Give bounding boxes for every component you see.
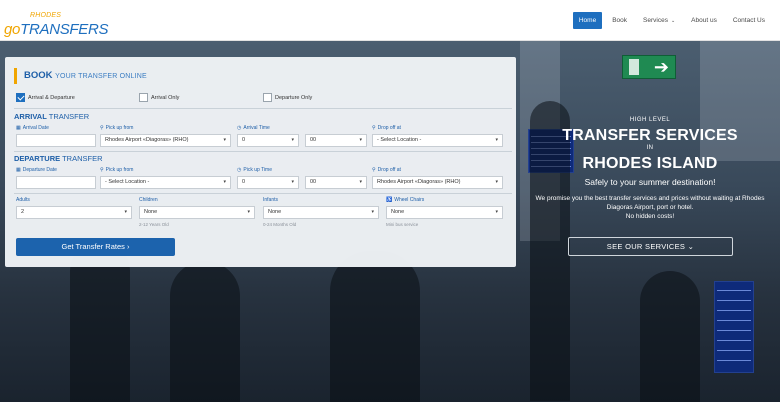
nav-home[interactable]: Home xyxy=(572,12,603,29)
site-header: RHODES goTRANSFERS Home Book Services ⌄ A… xyxy=(0,0,780,41)
logo-rhodes-text: RHODES xyxy=(30,12,62,19)
chevron-down-icon: ⌄ xyxy=(687,242,695,251)
hero-headline-2: RHODES ISLAND xyxy=(582,155,718,172)
departure-pickup-select[interactable]: - Select Location - ▾ xyxy=(100,176,231,189)
arrival-pickup-label: ⚲ Pick up from xyxy=(100,125,134,131)
departure-dropoff-label: ⚲ Drop off at xyxy=(372,167,401,173)
panel-title: BOOK YOUR TRANSFER ONLINE xyxy=(14,68,147,84)
nav-services[interactable]: Services ⌄ xyxy=(637,12,681,29)
arrival-pickup-select[interactable]: Rhodes Airport «Diagoras» (RHO) ▾ xyxy=(100,134,231,147)
infants-label: Infants xyxy=(263,197,279,203)
nav-about[interactable]: About us xyxy=(685,12,723,29)
arrival-hour-select[interactable]: 0 ▾ xyxy=(237,134,299,147)
caret-down-icon: ▾ xyxy=(495,179,498,185)
caret-down-icon: ▾ xyxy=(371,209,374,215)
caret-down-icon: ▾ xyxy=(223,137,226,143)
arrival-dropoff-label: ⚲ Drop off at xyxy=(372,125,401,131)
chevron-right-icon: › xyxy=(126,242,130,251)
hero-headline-1: TRANSFER SERVICES xyxy=(562,127,738,144)
children-label: Children xyxy=(139,197,158,203)
logo-wordmark: goTRANSFERS xyxy=(4,21,109,38)
divider xyxy=(14,108,512,109)
chevron-down-icon: ⌄ xyxy=(670,18,676,24)
arrival-heading: ARRIVAL TRANSFER xyxy=(14,112,90,121)
wheelchair-icon: ♿ xyxy=(386,197,393,203)
hero-tagline: Safely to your summer destination! xyxy=(584,177,716,187)
hero-kicker: HIGH LEVEL xyxy=(629,117,671,123)
checkbox-checked[interactable] xyxy=(16,93,25,102)
map-pin-icon: ⚲ xyxy=(100,125,104,131)
caret-down-icon: ▾ xyxy=(291,179,294,185)
caret-down-icon: ▾ xyxy=(124,209,127,215)
hero-in: IN xyxy=(646,145,654,151)
arrival-minute-select[interactable]: 00 ▾ xyxy=(305,134,367,147)
arrival-dropoff-select[interactable]: - Select Location - ▾ xyxy=(372,134,503,147)
divider xyxy=(14,151,512,152)
adults-label: Adults xyxy=(16,197,30,203)
traveler-silhouette xyxy=(330,251,420,402)
wheelchairs-label: ♿ Wheel Chairs xyxy=(386,197,425,203)
see-our-services-button[interactable]: SEE OUR SERVICES ⌄ xyxy=(568,237,733,256)
departure-date-label: ▦ Departure Date xyxy=(16,167,57,173)
option-arrival-departure[interactable]: Arrival & Departure xyxy=(16,93,75,102)
children-hint: 2-12 Years Old xyxy=(139,222,169,227)
caret-down-icon: ▾ xyxy=(247,209,250,215)
departure-board-image xyxy=(714,281,754,373)
divider xyxy=(14,193,512,194)
infants-select[interactable]: None ▾ xyxy=(263,206,379,219)
map-pin-icon: ⚲ xyxy=(100,167,104,173)
caret-down-icon: ▾ xyxy=(291,137,294,143)
caret-down-icon: ▾ xyxy=(359,179,362,185)
calendar-icon: ▦ xyxy=(16,167,21,173)
nav-book[interactable]: Book xyxy=(606,12,633,29)
checkbox[interactable] xyxy=(139,93,148,102)
wheelchairs-hint: Mini bus service xyxy=(386,222,419,227)
departure-pickup-label: ⚲ Pick up from xyxy=(100,167,134,173)
option-arrival-only[interactable]: Arrival Only xyxy=(139,93,179,102)
departure-hour-select[interactable]: 0 ▾ xyxy=(237,176,299,189)
departure-dropoff-select[interactable]: Rhodes Airport «Diagoras» (RHO) ▾ xyxy=(372,176,503,189)
arrival-date-input[interactable] xyxy=(16,134,96,147)
clock-icon: ◷ xyxy=(237,167,242,173)
children-select[interactable]: None ▾ xyxy=(139,206,255,219)
departure-time-label: ◷ Pick up Time xyxy=(237,167,272,173)
map-pin-icon: ⚲ xyxy=(372,125,376,131)
arrival-time-label: ◷ Arrival Time xyxy=(237,125,270,131)
map-pin-icon: ⚲ xyxy=(372,167,376,173)
traveler-silhouette xyxy=(640,271,700,402)
nav-contact[interactable]: Contact Us xyxy=(727,12,771,29)
caret-down-icon: ▾ xyxy=(359,137,362,143)
clock-icon: ◷ xyxy=(237,125,242,131)
hero-paragraph-3: No hidden costs! xyxy=(625,213,675,220)
departure-heading: DEPARTURE TRANSFER xyxy=(14,154,103,163)
get-transfer-rates-button[interactable]: Get Transfer Rates › xyxy=(16,238,175,256)
booking-panel: BOOK YOUR TRANSFER ONLINE Arrival & Depa… xyxy=(5,57,516,267)
caret-down-icon: ▾ xyxy=(495,137,498,143)
arrival-date-label: ▦ Arrival Date xyxy=(16,125,49,131)
calendar-icon: ▦ xyxy=(16,125,21,131)
wheelchairs-select[interactable]: None ▾ xyxy=(386,206,503,219)
option-departure-only[interactable]: Departure Only xyxy=(263,93,312,102)
caret-down-icon: ▾ xyxy=(495,209,498,215)
checkbox[interactable] xyxy=(263,93,272,102)
departure-date-input[interactable] xyxy=(16,176,96,189)
site-logo[interactable]: RHODES goTRANSFERS xyxy=(4,4,109,38)
departure-minute-select[interactable]: 00 ▾ xyxy=(305,176,367,189)
infants-hint: 0-24 Months Old xyxy=(263,222,297,227)
adults-select[interactable]: 2 ▾ xyxy=(16,206,132,219)
hero-paragraph-2: Diagoras Airport, port or hotel. xyxy=(606,204,694,211)
main-nav: Home Book Services ⌄ About us Contact Us xyxy=(569,12,771,29)
exit-sign-image: ➔ xyxy=(622,55,676,79)
caret-down-icon: ▾ xyxy=(223,179,226,185)
traveler-silhouette xyxy=(170,261,240,402)
hero-paragraph-1: We promise you the best transfer service… xyxy=(535,195,765,202)
